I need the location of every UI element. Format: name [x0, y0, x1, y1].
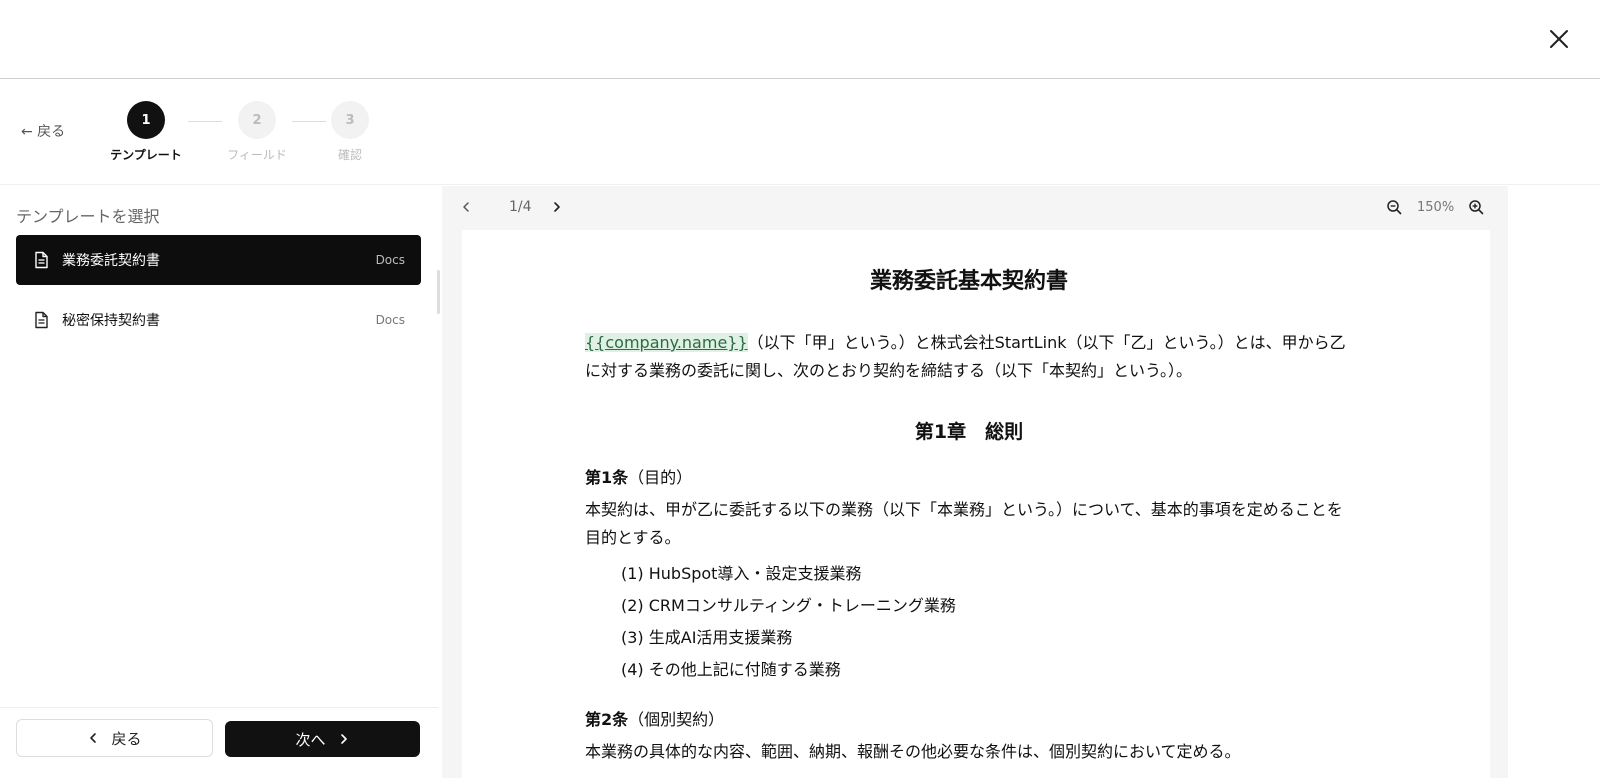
step-fields: 2 フィールド	[212, 101, 302, 163]
article2-body: 本業務の具体的な内容、範囲、納期、報酬その他必要な条件は、個別契約において定める…	[585, 742, 1241, 761]
article2-heading: 第2条（個別契約）	[585, 706, 1353, 730]
next-button[interactable]: 次へ	[225, 721, 420, 757]
zoom-in-icon	[1469, 200, 1484, 215]
zoom-level: 150%	[1417, 200, 1455, 215]
step-template: 1 テンプレート	[101, 101, 191, 163]
chapter-heading: 第1章 総則	[914, 421, 1024, 443]
close-button[interactable]	[1546, 26, 1572, 52]
list-item: (3) 生成AI活用支援業務	[621, 628, 793, 647]
preview-toolbar: 1/4 150%	[442, 186, 1508, 228]
footer-divider	[0, 707, 438, 708]
article1-title: （目的）	[628, 468, 693, 487]
back-button-label: 戻る	[111, 729, 142, 748]
template-name: 秘密保持契約書	[62, 313, 160, 329]
template-item-nda[interactable]: 秘密保持契約書 Docs	[16, 295, 421, 345]
document-page: 業務委託基本契約書 {{company.name}}（以下「甲」という。）と株式…	[462, 230, 1490, 778]
step-number: 3	[331, 101, 369, 139]
company-name-placeholder: {{company.name}}	[585, 333, 748, 352]
stepper-bar: ← 戻る 1 テンプレート 2 フィールド 3 確認	[0, 80, 1600, 185]
template-name: 業務委託契約書	[62, 253, 160, 269]
step-label: テンプレート	[110, 148, 182, 162]
back-button[interactable]: 戻る	[16, 719, 213, 757]
service-list: (1) HubSpot導入・設定支援業務 (2) CRMコンサルティング・トレー…	[621, 558, 1353, 686]
article2-title: （個別契約）	[628, 710, 725, 729]
list-item: (2) CRMコンサルティング・トレーニング業務	[621, 596, 956, 615]
template-badge: Docs	[375, 253, 405, 267]
document-icon	[35, 311, 48, 329]
panel-title: テンプレートを選択	[16, 207, 160, 226]
document-content: 業務委託基本契約書 {{company.name}}（以下「甲」という。）と株式…	[585, 255, 1353, 766]
close-icon	[1550, 30, 1568, 48]
step-confirm: 3 確認	[305, 101, 395, 163]
chevron-left-icon	[90, 733, 97, 743]
intro-paragraph: {{company.name}}（以下「甲」という。）と株式会社StartLin…	[585, 329, 1353, 385]
chevron-right-icon	[340, 734, 347, 744]
page-indicator: 1/4	[509, 199, 532, 215]
back-link[interactable]: ← 戻る	[21, 121, 65, 141]
document-icon	[35, 251, 48, 269]
list-item: (4) その他上記に付随する業務	[621, 660, 841, 679]
step-label: 確認	[337, 148, 362, 162]
list-item: (1) HubSpot導入・設定支援業務	[621, 564, 862, 583]
modal-header	[0, 0, 1600, 79]
zoom-out-button[interactable]	[1383, 196, 1405, 218]
prev-page-button[interactable]	[455, 196, 477, 218]
article1-body: 本契約は、甲が乙に委託する以下の業務（以下「本業務」という。）について、基本的事…	[585, 500, 1343, 547]
panel-resize-handle[interactable]	[437, 270, 440, 314]
zoom-in-button[interactable]	[1465, 196, 1487, 218]
article2-number: 第2条	[585, 710, 629, 729]
next-page-button[interactable]	[546, 196, 568, 218]
template-sidebar: テンプレートを選択 業務委託契約書 Docs 秘密保持契約書 Docs 戻る 次…	[0, 186, 440, 778]
document-title: 業務委託基本契約書	[869, 269, 1068, 294]
article1-number: 第1条	[585, 468, 629, 487]
zoom-out-icon	[1387, 200, 1402, 215]
template-item-outsourcing[interactable]: 業務委託契約書 Docs	[16, 235, 421, 285]
step-number: 1	[127, 101, 165, 139]
chevron-right-icon	[554, 202, 560, 212]
article1-heading: 第1条（目的）	[585, 464, 1353, 488]
template-badge: Docs	[375, 313, 405, 327]
chevron-left-icon	[463, 202, 469, 212]
document-preview: 1/4 150% 業務委託基本契約書 {{company.name}}（以下「甲…	[442, 186, 1508, 778]
step-number: 2	[238, 101, 276, 139]
step-label: フィールド	[227, 148, 287, 162]
next-button-label: 次へ	[295, 730, 326, 749]
